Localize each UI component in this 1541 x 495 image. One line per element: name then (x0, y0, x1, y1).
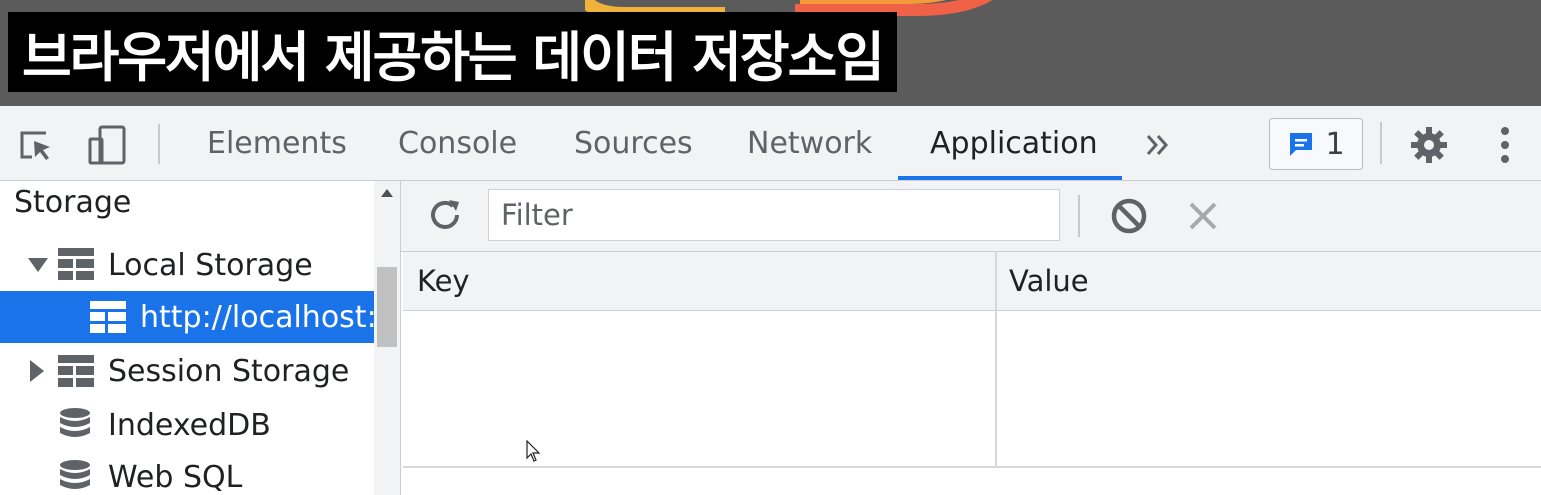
toolbar-divider (1078, 195, 1080, 237)
database-icon (60, 460, 90, 489)
storage-toolbar (401, 181, 1541, 252)
sidebar-section-storage: Storage (14, 184, 132, 220)
table-icon (58, 248, 94, 280)
message-icon (1290, 133, 1313, 156)
storage-panel: Key Value (401, 181, 1541, 495)
caption-box: 브라우저에서 제공하는 데이터 저장소임 (8, 12, 897, 92)
inspect-element-icon[interactable] (14, 123, 58, 167)
expanded-triangle-icon[interactable] (28, 258, 48, 274)
video-frame: 브라우저에서 제공하는 데이터 저장소임 (0, 0, 1541, 106)
column-header-value[interactable]: Value (1009, 252, 1089, 310)
sidebar-item-session-storage[interactable]: Session Storage (0, 345, 374, 397)
tab-network[interactable]: Network (747, 106, 872, 180)
sidebar-item-local-storage[interactable]: Local Storage (0, 239, 374, 291)
table-icon (90, 301, 126, 333)
database-icon (60, 408, 90, 437)
sidebar-item-label: Web SQL (108, 459, 243, 495)
device-toolbar-icon[interactable] (86, 123, 130, 167)
collapsed-triangle-icon[interactable] (30, 360, 46, 382)
scrollbar-thumb[interactable] (377, 267, 397, 347)
sidebar-item-label: Local Storage (108, 247, 313, 283)
sidebar-item-indexeddb[interactable]: IndexedDB (0, 399, 374, 451)
toolbar-divider (1380, 122, 1382, 164)
mouse-cursor-icon (526, 440, 541, 462)
issues-count: 1 (1325, 126, 1345, 162)
settings-gear-icon[interactable] (1407, 123, 1451, 167)
column-header-key[interactable]: Key (417, 252, 470, 310)
storage-table: Key Value (403, 252, 1541, 468)
sidebar-item-label: IndexedDB (108, 407, 271, 443)
more-tabs-chevron-icon[interactable] (1136, 123, 1180, 167)
toolbar-divider (158, 124, 160, 164)
clear-all-block-icon[interactable] (1107, 194, 1151, 238)
caption-text: 브라우저에서 제공하는 데이터 저장소임 (22, 25, 885, 89)
sidebar-item-localhost[interactable]: http://localhost:3 (0, 291, 374, 343)
refresh-icon[interactable] (423, 193, 467, 237)
tab-application[interactable]: Application (930, 106, 1098, 180)
sidebar-item-label: http://localhost:3 (140, 299, 374, 335)
more-options-kebab-icon[interactable] (1483, 123, 1527, 167)
table-header: Key Value (403, 252, 1541, 311)
active-tab-indicator (898, 176, 1122, 180)
application-sidebar: Storage Local Storage http://localhost:3… (0, 181, 374, 495)
column-divider[interactable] (995, 252, 997, 468)
table-bottom-border (403, 466, 1541, 468)
delete-selected-close-icon[interactable] (1181, 194, 1225, 238)
filter-input[interactable] (488, 189, 1060, 241)
table-icon (58, 355, 94, 387)
sidebar-item-label: Session Storage (108, 353, 350, 389)
tab-sources[interactable]: Sources (574, 106, 693, 180)
sidebar-scrollbar[interactable] (374, 181, 401, 495)
issues-button[interactable]: 1 (1269, 118, 1363, 170)
tab-elements[interactable]: Elements (207, 106, 347, 180)
tab-console[interactable]: Console (398, 106, 517, 180)
sidebar-item-web-sql[interactable]: Web SQL (0, 451, 374, 495)
scroll-up-arrow-icon[interactable] (381, 189, 393, 197)
